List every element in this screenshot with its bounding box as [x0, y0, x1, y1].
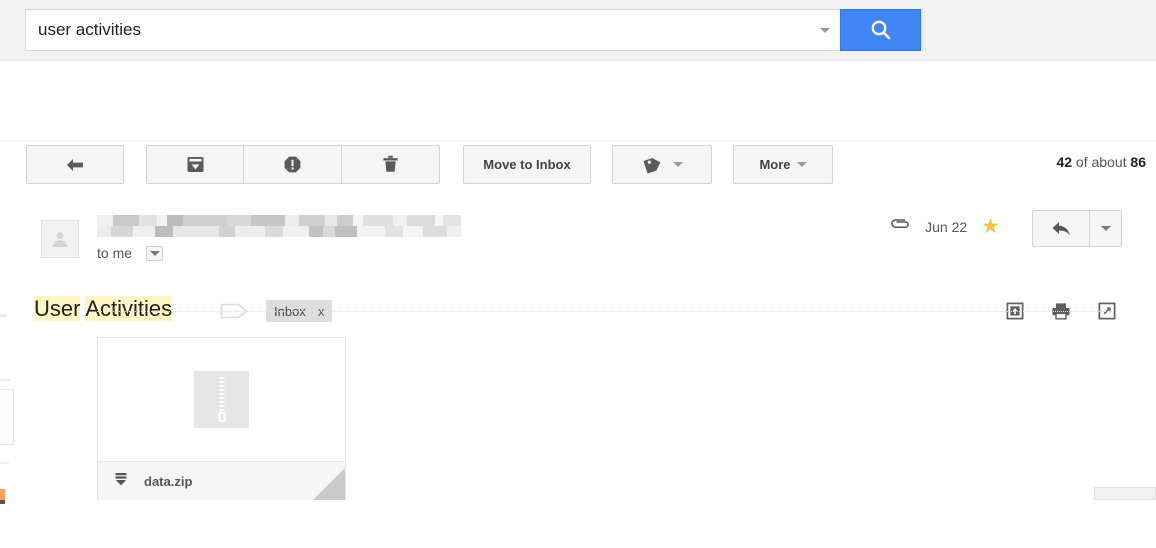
attachment-footer[interactable]: data.zip	[98, 461, 345, 500]
left-edge-panel-remnant	[0, 389, 14, 445]
attachment-thumbnail[interactable]	[98, 338, 345, 461]
subject-word-2: Activities	[85, 296, 173, 321]
reply-button[interactable]	[1032, 210, 1090, 247]
left-edge-dark-remnant	[0, 500, 5, 504]
message-date: Jun 22	[925, 218, 968, 235]
action-toolbar: Move to Inbox More 42 of about 86	[0, 61, 1156, 184]
subject-row: User Activities Inbox x	[0, 142, 1156, 322]
search-bar	[25, 9, 921, 51]
left-edge-remnant	[0, 379, 10, 381]
search-box[interactable]	[25, 9, 840, 51]
attachment-filename: data.zip	[144, 473, 193, 489]
zip-file-icon	[194, 371, 249, 428]
message-body-divider	[97, 311, 1114, 312]
download-icon[interactable]	[114, 471, 128, 492]
left-edge-remnant	[0, 314, 7, 317]
left-edge-remnant	[0, 462, 9, 464]
attachment-card[interactable]: data.zip	[97, 337, 346, 500]
search-options-dropdown[interactable]	[810, 10, 840, 50]
paperclip-icon	[889, 217, 911, 236]
chevron-down-icon	[149, 250, 160, 256]
search-input[interactable]	[26, 11, 810, 49]
corner-fold	[313, 468, 345, 500]
person-avatar-icon	[52, 232, 68, 247]
search-header	[0, 0, 1156, 61]
search-button[interactable]	[840, 9, 921, 51]
reply-button-group	[1032, 210, 1122, 247]
sender-name-redacted	[97, 215, 461, 237]
reply-options-button[interactable]	[1090, 210, 1122, 247]
chevron-down-icon	[1100, 226, 1111, 231]
chevron-down-icon	[820, 27, 830, 33]
reply-arrow-icon	[1052, 221, 1070, 235]
zip-teeth	[219, 377, 224, 413]
star-icon[interactable]: ★	[981, 216, 1000, 237]
message-meta: Jun 22 ★	[889, 216, 1000, 237]
label-outline-icon[interactable]	[220, 302, 250, 325]
avatar	[41, 220, 79, 258]
page-title: User Activities	[34, 296, 173, 322]
zip-pull	[218, 412, 225, 422]
subject-word-1: User	[34, 296, 81, 321]
recipient-details-toggle[interactable]	[146, 245, 164, 261]
bottom-right-remnant	[1094, 487, 1156, 500]
redaction-row	[97, 215, 461, 226]
search-icon	[871, 20, 890, 40]
recipient-line: to me	[97, 245, 164, 261]
redaction-row	[97, 226, 461, 237]
recipient-label: to me	[97, 245, 133, 261]
